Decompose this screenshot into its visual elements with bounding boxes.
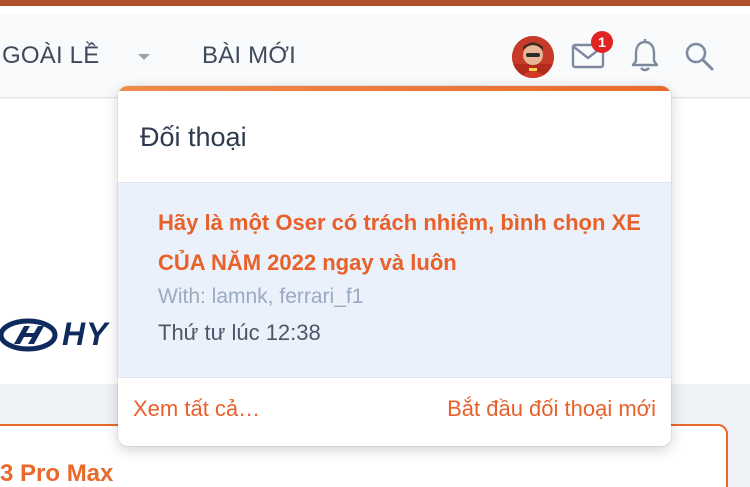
top-accent-bar xyxy=(0,0,750,14)
conversation-participants: With: lamnk, ferrari_f1 xyxy=(158,285,364,308)
hyundai-logo-icon xyxy=(0,318,60,352)
dropdown-footer: Xem tất cả… Bắt đầu đối thoại mới xyxy=(118,378,671,446)
dropdown-accent-bar xyxy=(118,86,671,91)
dropdown-title: Đối thoại xyxy=(140,122,247,152)
bell-icon[interactable] xyxy=(629,38,661,74)
conversations-dropdown: Đối thoại Hãy là một Oser có trách nhiệm… xyxy=(118,86,671,446)
nav-item-bai-moi[interactable]: BÀI MỚI xyxy=(202,42,296,70)
conversation-title-link[interactable]: Hãy là một Oser có trách nhiệm, bình chọ… xyxy=(158,203,648,283)
conversation-list: Hãy là một Oser có trách nhiệm, bình chọ… xyxy=(118,182,671,378)
chevron-down-icon[interactable] xyxy=(138,54,150,60)
view-all-link[interactable]: Xem tất cả… xyxy=(133,396,260,422)
search-icon[interactable] xyxy=(683,40,715,72)
brand-text: HY xyxy=(62,316,109,352)
avatar[interactable] xyxy=(512,36,554,78)
notification-badge: 1 xyxy=(591,31,613,53)
top-accent-stripe xyxy=(0,0,750,6)
new-conversation-link[interactable]: Bắt đầu đối thoại mới xyxy=(447,396,656,422)
nav-item-goai-le[interactable]: GOÀI LỀ xyxy=(2,42,99,70)
conversation-time: Thứ tư lúc 12:38 xyxy=(158,320,321,345)
card-title[interactable]: 3 Pro Max xyxy=(0,460,113,487)
